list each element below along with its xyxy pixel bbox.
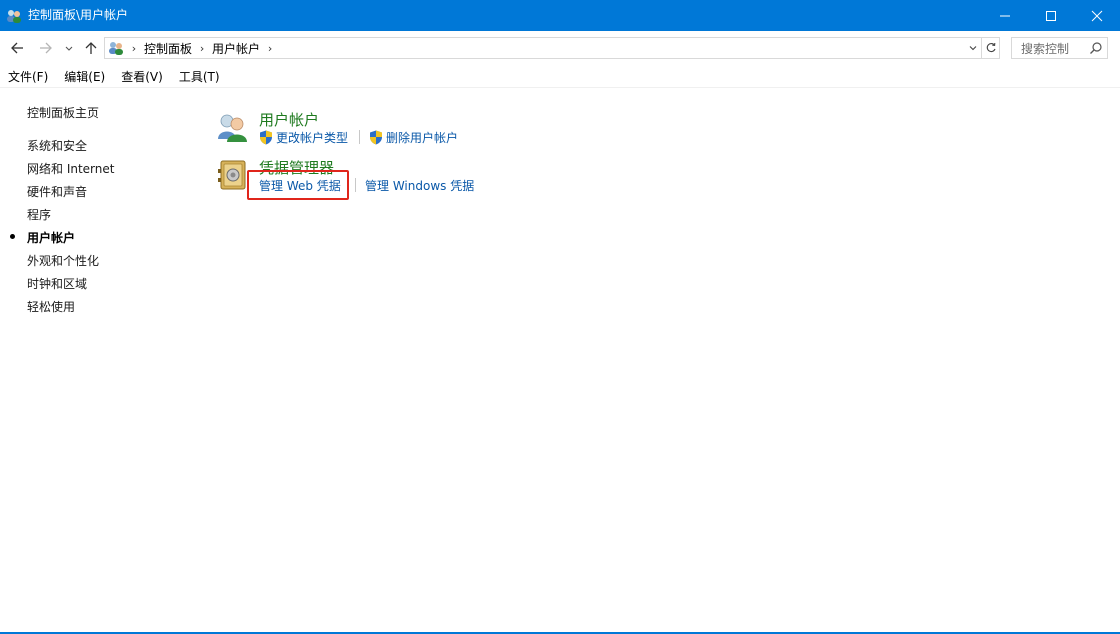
close-icon: [1091, 10, 1103, 21]
link-divider: [355, 178, 356, 192]
users-icon[interactable]: [216, 111, 248, 143]
sidebar-item-user-accounts[interactable]: 用户帐户: [27, 229, 75, 246]
uac-shield-icon: [260, 130, 272, 145]
forward-button[interactable]: [37, 39, 55, 57]
breadcrumb-separator[interactable]: ›: [264, 42, 276, 55]
forward-arrow-icon: [40, 42, 52, 54]
change-account-type-link[interactable]: 更改帐户类型: [259, 129, 348, 146]
remove-user-accounts-link[interactable]: 删除用户帐户: [369, 129, 458, 146]
refresh-icon: [986, 42, 996, 53]
sidebar-item-network[interactable]: 网络和 Internet: [27, 160, 114, 177]
up-arrow-icon: [85, 42, 97, 54]
back-arrow-icon: [11, 42, 23, 54]
sidebar-item-clock-region[interactable]: 时钟和区域: [27, 275, 87, 292]
address-bar[interactable]: › 控制面板 › 用户帐户 ›: [104, 37, 1000, 59]
address-history-button[interactable]: [965, 38, 981, 58]
close-button[interactable]: [1074, 0, 1120, 31]
recent-locations-button[interactable]: [62, 39, 76, 57]
breadcrumb-control-panel[interactable]: 控制面板: [144, 40, 192, 57]
breadcrumb-separator[interactable]: ›: [128, 42, 140, 55]
sidebar-item-hardware[interactable]: 硬件和声音: [27, 183, 87, 200]
menu-tools[interactable]: 工具(T): [171, 66, 228, 88]
users-icon: [109, 42, 123, 55]
breadcrumb-separator[interactable]: ›: [196, 42, 208, 55]
minimize-button[interactable]: [982, 0, 1028, 31]
window-title: 控制面板\用户帐户: [28, 8, 129, 22]
navigation-bar: › 控制面板 › 用户帐户 › 搜索控制: [0, 31, 1120, 64]
refresh-button[interactable]: [981, 38, 999, 58]
title-bar: 控制面板\用户帐户: [0, 0, 1120, 31]
breadcrumb-user-accounts[interactable]: 用户帐户: [212, 40, 260, 57]
sidebar-item-programs[interactable]: 程序: [27, 206, 51, 223]
back-button[interactable]: [8, 39, 26, 57]
search-icon[interactable]: [1089, 41, 1103, 55]
search-placeholder: 搜索控制: [1021, 41, 1070, 56]
uac-shield-icon: [370, 130, 382, 145]
menu-file[interactable]: 文件(F): [0, 66, 56, 88]
highlight-annotation: [247, 170, 349, 200]
maximize-icon: [1046, 10, 1056, 21]
menu-edit[interactable]: 编辑(E): [56, 66, 113, 88]
chevron-down-icon: [969, 46, 977, 51]
users-icon: [7, 9, 21, 23]
manage-windows-credentials-link[interactable]: 管理 Windows 凭据: [365, 177, 474, 194]
sidebar-item-appearance[interactable]: 外观和个性化: [27, 252, 99, 269]
chevron-down-icon: [65, 46, 73, 51]
menu-view[interactable]: 查看(V): [113, 66, 171, 88]
change-account-type-label: 更改帐户类型: [276, 131, 349, 145]
link-divider: [359, 130, 360, 144]
sidebar-item-ease-of-access[interactable]: 轻松使用: [27, 298, 75, 315]
sidebar-home-link[interactable]: 控制面板主页: [27, 104, 99, 121]
maximize-button[interactable]: [1028, 0, 1074, 31]
up-button[interactable]: [82, 39, 100, 57]
minimize-icon: [1000, 15, 1010, 16]
credential-vault-icon[interactable]: [217, 159, 249, 191]
menu-bar: 文件(F) 编辑(E) 查看(V) 工具(T): [0, 66, 1120, 88]
search-input[interactable]: 搜索控制: [1011, 37, 1108, 59]
active-bullet: [10, 234, 15, 239]
category-title-user-accounts[interactable]: 用户帐户: [259, 109, 319, 130]
sidebar-item-system-security[interactable]: 系统和安全: [27, 137, 87, 154]
remove-user-accounts-label: 删除用户帐户: [386, 131, 459, 145]
